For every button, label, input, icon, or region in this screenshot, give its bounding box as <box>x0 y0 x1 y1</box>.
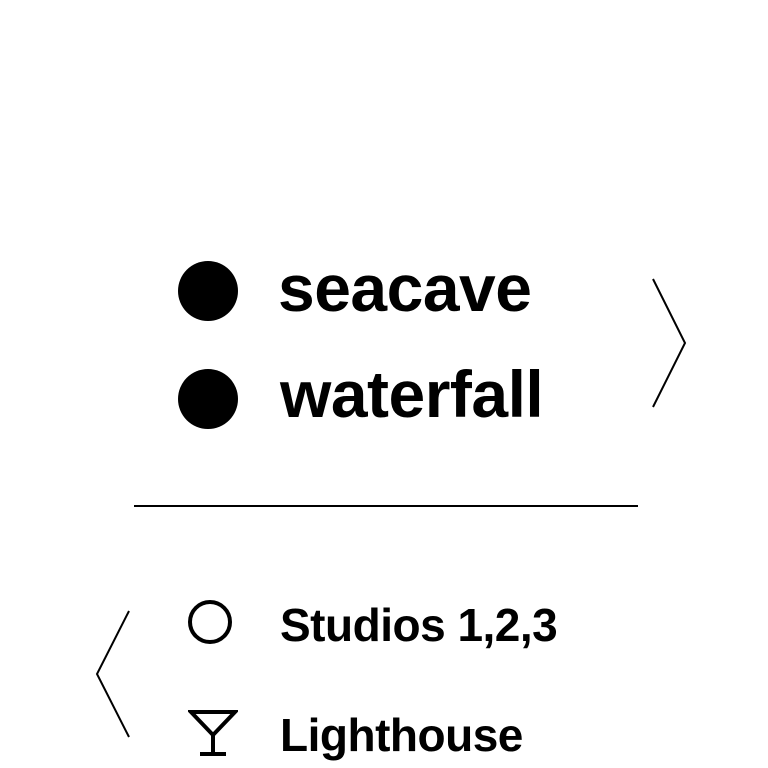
chevron-left-icon[interactable] <box>92 608 134 740</box>
empty-circle-icon <box>188 600 232 644</box>
secondary-item-lighthouse[interactable]: Lighthouse <box>280 712 523 758</box>
primary-item-waterfall[interactable]: waterfall <box>280 361 544 427</box>
primary-item-seacave[interactable]: seacave <box>278 255 532 321</box>
seacave-bullet-icon <box>178 261 238 321</box>
chevron-right-icon[interactable] <box>648 276 690 410</box>
waterfall-bullet-icon <box>178 369 238 429</box>
secondary-item-studios[interactable]: Studios 1,2,3 <box>280 602 558 648</box>
section-divider <box>134 505 638 507</box>
cocktail-glass-icon <box>188 710 238 756</box>
